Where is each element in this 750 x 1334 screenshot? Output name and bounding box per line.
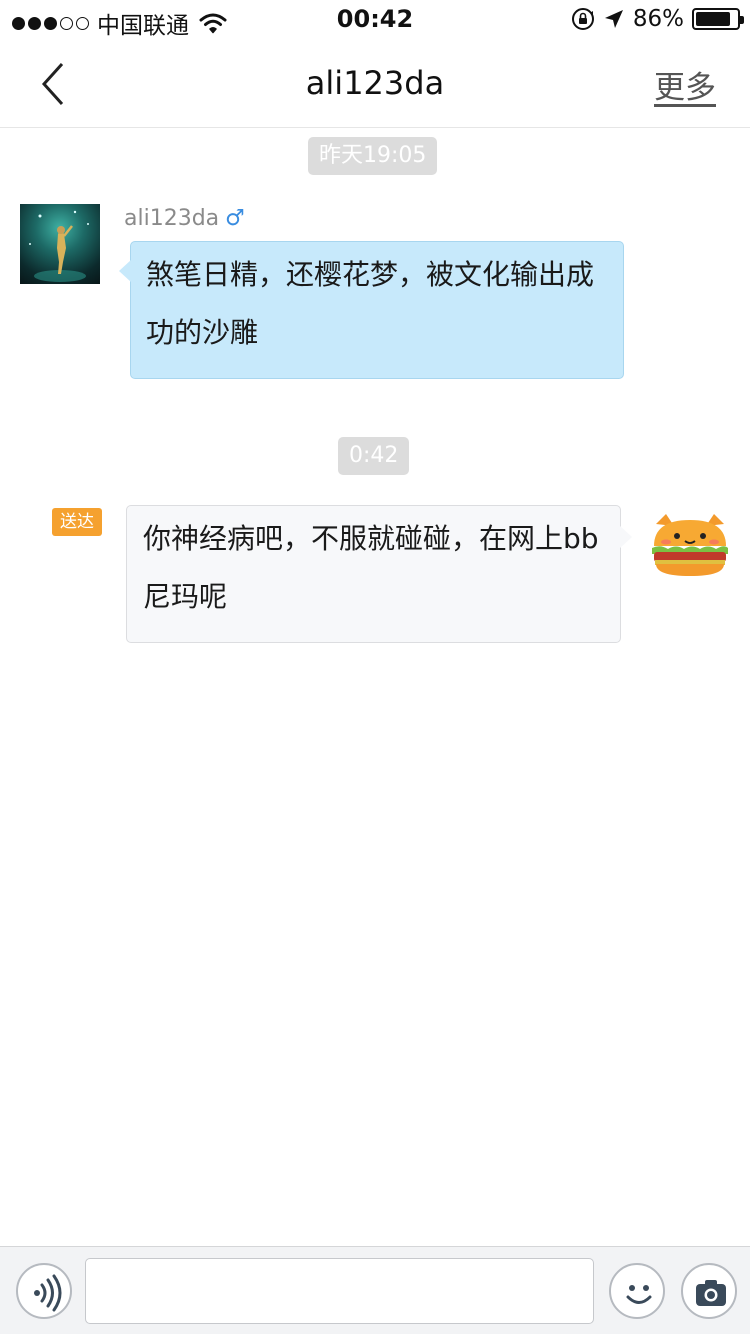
- battery-percent: 86%: [632, 6, 684, 32]
- battery-level: [696, 12, 731, 26]
- message-timestamp: 昨天19:05: [308, 137, 438, 175]
- location-arrow-icon: [604, 10, 623, 28]
- battery-icon: [692, 8, 744, 30]
- avatar-image: [29, 210, 89, 282]
- rotation-lock-icon: [571, 8, 594, 30]
- emoji-button[interactable]: [609, 1263, 665, 1319]
- avatar[interactable]: [20, 204, 100, 284]
- message-timestamp: 0:42: [338, 437, 410, 475]
- outgoing-message-text: 你神经病吧，不服就碰碰，在网上bb尼玛呢: [143, 522, 599, 613]
- page-title: ali123da: [305, 64, 445, 102]
- burger-cat-avatar-icon: [652, 514, 728, 576]
- status-right: 86%: [571, 6, 744, 32]
- nav-bar: ali123da 更多: [0, 40, 750, 128]
- message-input[interactable]: [85, 1258, 594, 1324]
- sender-name-text: ali123da: [124, 206, 220, 231]
- voice-button[interactable]: [16, 1263, 72, 1319]
- voice-icon: [34, 1274, 62, 1312]
- emoji-icon: [626, 1285, 652, 1304]
- male-icon: ♂: [225, 206, 245, 231]
- more-button[interactable]: 更多: [654, 62, 716, 107]
- delivered-status-badge: 送达: [52, 508, 102, 536]
- chat-screen: 中国联通 00:42 86% ali123da 更多 昨天19:05 ali12…: [0, 0, 750, 1334]
- outgoing-message-bubble[interactable]: 你神经病吧，不服就碰碰，在网上bb尼玛呢: [126, 505, 632, 643]
- my-avatar[interactable]: [650, 512, 730, 578]
- camera-icon: [696, 1280, 726, 1306]
- incoming-message-text: 煞笔日精，还樱花梦，被文化输出成功的沙雕: [146, 258, 595, 349]
- chat-area[interactable]: 昨天19:05 ali123da ♂ 煞笔日精，还樱花梦，被文化输出成功的沙雕 0…: [0, 128, 750, 1246]
- incoming-message-bubble[interactable]: 煞笔日精，还樱花梦，被文化输出成功的沙雕: [119, 241, 624, 379]
- status-bar: 中国联通 00:42 86%: [0, 0, 750, 40]
- input-bar: [0, 1246, 750, 1334]
- camera-button[interactable]: [681, 1263, 737, 1319]
- sender-name: ali123da ♂: [124, 206, 245, 231]
